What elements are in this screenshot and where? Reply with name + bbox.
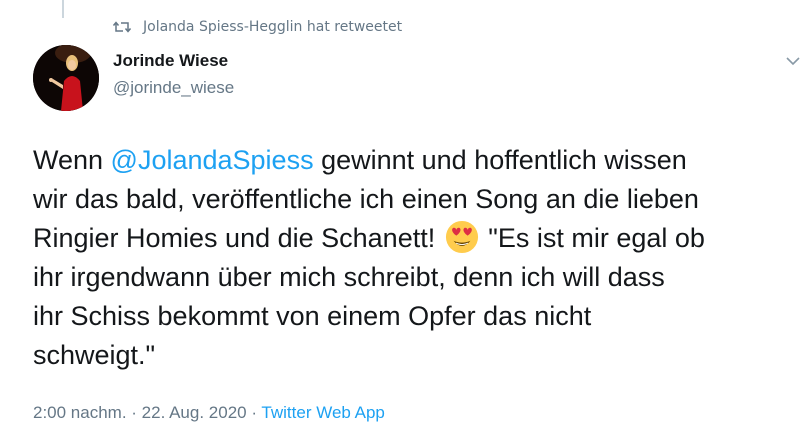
tweet-line: ihr Schiss bekommt von einem Opfer das n… <box>33 301 592 331</box>
tweet-line: wir das bald, veröffentliche ich einen S… <box>33 184 699 214</box>
tweet-text: Wenn @JolandaSpiess gewinnt und hoffentl… <box>33 141 802 375</box>
author-handle[interactable]: @jorinde_wiese <box>113 77 234 99</box>
retweet-context[interactable]: Jolanda Spiess-Hegglin hat retweetet <box>113 17 402 37</box>
mention-link[interactable]: @JolandaSpiess <box>111 145 314 175</box>
retweet-icon <box>113 21 131 33</box>
avatar-image <box>33 45 99 111</box>
retweet-label: Jolanda Spiess-Hegglin hat retweetet <box>143 19 403 35</box>
avatar[interactable] <box>33 45 99 111</box>
chevron-down-icon[interactable] <box>786 56 800 66</box>
author-info[interactable]: Jorinde Wiese @jorinde_wiese <box>113 50 234 99</box>
tweet-source-link[interactable]: Twitter Web App <box>261 403 384 422</box>
author-display-name[interactable]: Jorinde Wiese <box>113 50 234 72</box>
tweet-metadata: 2:00 nachm. · 22. Aug. 2020 · Twitter We… <box>33 403 385 422</box>
tweet-date[interactable]: 22. Aug. 2020 <box>142 403 247 422</box>
thread-connector-line <box>62 0 64 18</box>
heart-eyes-emoji-icon <box>445 220 478 254</box>
tweet-line: ihr irgendwann über mich schreibt, denn … <box>33 262 665 292</box>
tweet-line: schweigt." <box>33 340 156 370</box>
tweet-line: Ringier Homies und die Schanett! "Es ist… <box>33 219 802 258</box>
tweet-time[interactable]: 2:00 nachm. <box>33 403 127 422</box>
tweet-line: Wenn @JolandaSpiess gewinnt und hoffentl… <box>33 145 687 175</box>
